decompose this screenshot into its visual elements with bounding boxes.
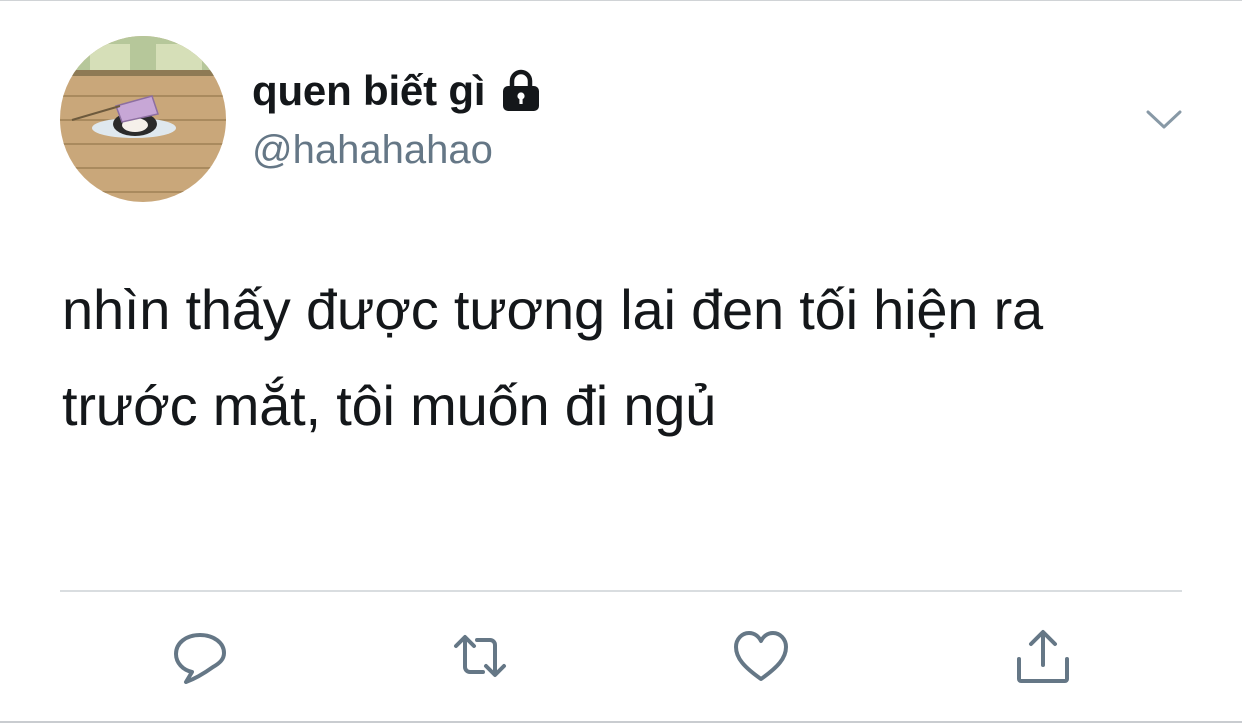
heart-icon — [734, 631, 788, 681]
speech-bubble-icon — [174, 633, 226, 684]
avatar-image — [60, 36, 226, 202]
top-border — [0, 0, 1242, 1]
display-name[interactable]: quen biết gì — [252, 66, 485, 116]
actions-divider — [60, 590, 1182, 592]
retweet-button[interactable] — [448, 624, 512, 688]
tweet-text-line: trước mắt, tôi muốn đi ngủ — [62, 374, 717, 437]
name-row: quen biết gì — [252, 66, 543, 116]
retweet-arrows-icon — [454, 635, 506, 677]
lock-icon — [499, 69, 543, 113]
share-upload-icon — [1017, 630, 1069, 683]
avatar[interactable] — [60, 36, 226, 202]
tweet-text-line: nhìn thấy được tương lai đen tối hiện ra — [62, 278, 1043, 341]
share-button[interactable] — [1011, 624, 1075, 688]
tweet-text: nhìn thấy được tương lai đen tối hiện ra… — [62, 262, 1212, 454]
user-handle[interactable]: @hahahahao — [252, 126, 493, 174]
reply-button[interactable] — [168, 624, 232, 688]
chevron-down-icon[interactable] — [1145, 104, 1183, 134]
like-button[interactable] — [729, 624, 793, 688]
